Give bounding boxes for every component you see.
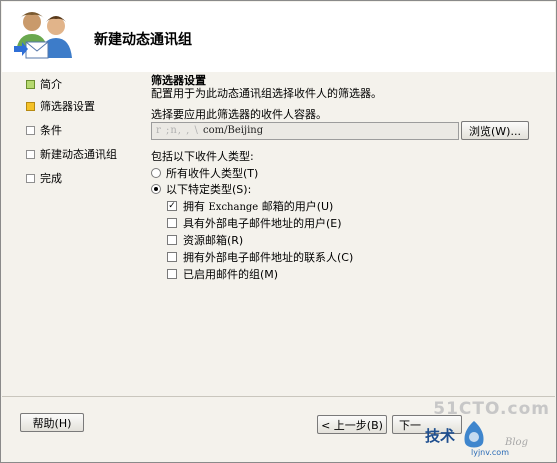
step-conditions[interactable]: 条件 bbox=[26, 122, 62, 138]
checkbox[interactable] bbox=[167, 269, 177, 279]
watermark-tech: 技术 bbox=[425, 427, 456, 445]
watermark-logo-icon bbox=[464, 421, 484, 448]
radio-label: 所有收件人类型(T) bbox=[166, 167, 259, 180]
step-pending-icon bbox=[26, 173, 35, 183]
watermark-blog: Blog bbox=[505, 437, 528, 448]
wizard-header: 新建动态通讯组 bbox=[2, 2, 555, 72]
checkbox-label: 已启用邮件的组(M) bbox=[183, 268, 279, 281]
checkbox-label: 具有外部电子邮件地址的用户(E) bbox=[183, 217, 342, 230]
path-text: com/Beijing bbox=[203, 125, 264, 136]
step-intro[interactable]: 简介 bbox=[26, 76, 62, 92]
step-label: 完成 bbox=[40, 172, 62, 185]
checkbox-mail-enabled-groups[interactable]: 已启用邮件的组(M) bbox=[167, 266, 278, 282]
radio-button[interactable] bbox=[151, 168, 161, 178]
radio-all-recipients[interactable]: 所有收件人类型(T) bbox=[151, 165, 258, 181]
watermark-url: lyjnv.com bbox=[471, 448, 509, 457]
step-pending-icon bbox=[26, 125, 35, 135]
checkbox-label: 拥有外部电子邮件地址的联系人(C) bbox=[183, 251, 354, 264]
step-done-icon bbox=[26, 79, 35, 89]
checkbox-exchange-mailbox-users[interactable]: ✓ 拥有 Exchange 邮箱的用户(U) bbox=[167, 198, 333, 214]
wizard-content: 筛选器设置 配置用于为此动态通讯组选择收件人的筛选器。 选择要应用此筛选器的收件… bbox=[139, 65, 557, 395]
step-label: 筛选器设置 bbox=[40, 100, 95, 113]
site-watermark: 51CTO.com 技术 Blog lyjnv.com bbox=[411, 399, 556, 461]
step-label: 新建动态通讯组 bbox=[40, 148, 117, 161]
radio-specific-types[interactable]: 以下特定类型(S): bbox=[151, 181, 251, 197]
checkbox-label: 拥有 Exchange 邮箱的用户(U) bbox=[183, 200, 334, 213]
radio-button-selected[interactable] bbox=[151, 184, 161, 194]
help-button[interactable]: 帮助(H) bbox=[20, 413, 84, 432]
distribution-group-icon bbox=[14, 12, 72, 59]
step-current-icon bbox=[26, 101, 35, 111]
step-complete[interactable]: 完成 bbox=[26, 170, 62, 186]
recipient-types-label: 包括以下收件人类型: bbox=[151, 150, 254, 163]
step-new-group[interactable]: 新建动态通讯组 bbox=[26, 146, 117, 162]
wizard-window: 新建动态通讯组 简介 筛选器设置 条件 新建动态通讯组 完成 筛选器设置 配置用… bbox=[0, 0, 557, 463]
checkbox-resource-mailboxes[interactable]: 资源邮箱(R) bbox=[167, 232, 243, 248]
step-label: 简介 bbox=[40, 78, 62, 91]
browse-button[interactable]: 浏览(W)... bbox=[461, 121, 529, 140]
step-pending-icon bbox=[26, 149, 35, 159]
footer-divider bbox=[2, 396, 555, 397]
radio-label: 以下特定类型(S): bbox=[166, 183, 252, 196]
step-label: 条件 bbox=[40, 124, 62, 137]
page-description: 配置用于为此动态通讯组选择收件人的筛选器。 bbox=[151, 87, 382, 100]
watermark-site: 51CTO.com bbox=[433, 399, 550, 419]
checkbox-external-email-users[interactable]: 具有外部电子邮件地址的用户(E) bbox=[167, 215, 342, 231]
wizard-title: 新建动态通讯组 bbox=[94, 32, 192, 48]
checkbox-label: 资源邮箱(R) bbox=[183, 234, 244, 247]
checkbox[interactable] bbox=[167, 252, 177, 262]
obscured-path-text: r ;n, , \ bbox=[156, 125, 204, 136]
checkbox[interactable] bbox=[167, 235, 177, 245]
back-button[interactable]: < 上一步(B) bbox=[317, 415, 387, 434]
step-filter-settings[interactable]: 筛选器设置 bbox=[26, 98, 95, 114]
checkbox-checked[interactable]: ✓ bbox=[167, 201, 177, 211]
checkbox-external-contacts[interactable]: 拥有外部电子邮件地址的联系人(C) bbox=[167, 249, 353, 265]
container-label: 选择要应用此筛选器的收件人容器。 bbox=[151, 108, 327, 121]
wizard-step-list: 简介 筛选器设置 条件 新建动态通讯组 完成 bbox=[2, 72, 138, 390]
container-path-field[interactable]: r ;n, , \ com/Beijing bbox=[151, 122, 459, 140]
checkbox[interactable] bbox=[167, 218, 177, 228]
